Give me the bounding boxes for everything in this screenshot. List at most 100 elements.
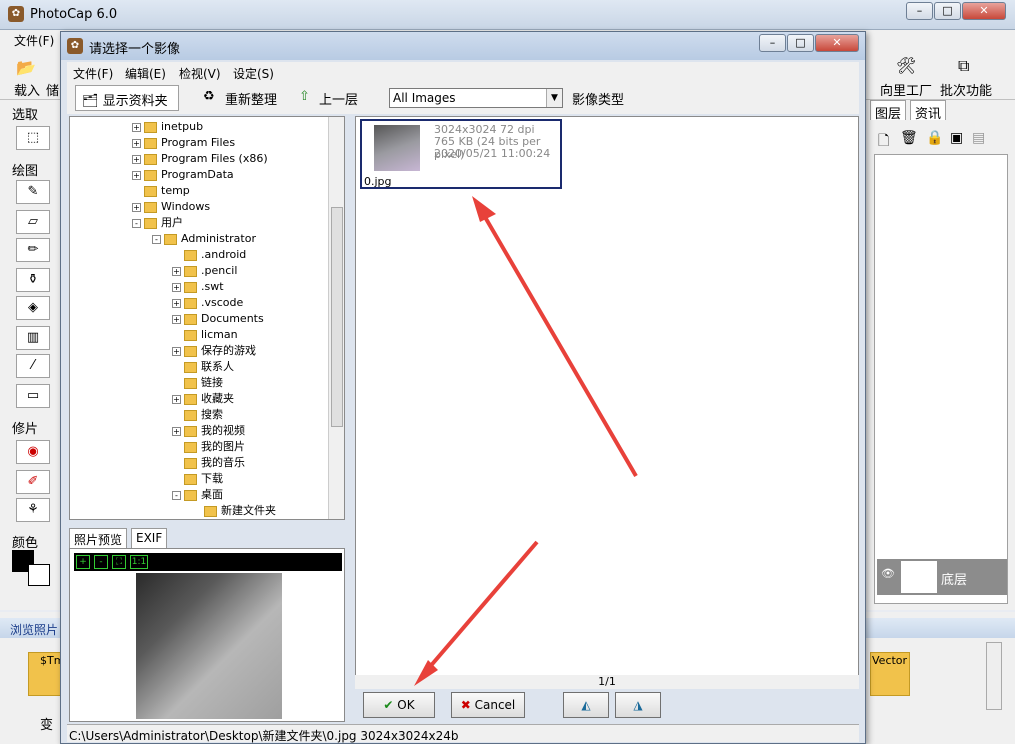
redeye-icon[interactable]: ◉	[16, 440, 50, 464]
expand-icon[interactable]: +	[172, 298, 181, 308]
tree-node[interactable]: licman	[172, 327, 238, 343]
refresh-button[interactable]: 重新整理	[225, 89, 277, 108]
tree-node[interactable]: + Documents	[172, 311, 264, 327]
save-label[interactable]: 储	[46, 80, 59, 99]
pencil-icon[interactable]: ✏	[16, 238, 50, 262]
expand-icon[interactable]: +	[132, 122, 141, 132]
tree-node[interactable]: - Administrator	[152, 231, 256, 247]
tree-node[interactable]: 搜索	[172, 407, 223, 423]
maximize-button[interactable]: □	[934, 2, 961, 20]
tree-node[interactable]: 下载	[172, 471, 223, 487]
menu-file[interactable]: 文件(F)	[14, 32, 54, 49]
tree-node[interactable]: + inetpub	[132, 119, 203, 135]
dialog-menu-view[interactable]: 检视(V)	[179, 65, 221, 82]
eye-icon[interactable]: 👁	[881, 567, 895, 580]
actual-size-icon[interactable]: 1:1	[130, 555, 148, 569]
stamp-icon[interactable]: ⚱	[16, 268, 50, 292]
tree-node[interactable]: .android	[172, 247, 246, 263]
expand-icon[interactable]: +	[172, 314, 181, 324]
collapse-icon[interactable]: -	[152, 234, 161, 244]
wizard-label[interactable]: 向里工厂	[880, 80, 932, 99]
dialog-minimize-button[interactable]: –	[759, 34, 786, 52]
ok-button[interactable]: ✔ OK	[363, 692, 435, 718]
tab-info[interactable]: 资讯	[910, 100, 947, 122]
layer-row[interactable]: 👁 底层	[877, 559, 1007, 595]
minimize-button[interactable]: –	[906, 2, 933, 20]
eyedropper-icon[interactable]: ⁄	[16, 354, 50, 378]
rotate-right-icon[interactable]: ◮	[615, 692, 661, 718]
tree-node[interactable]: + Program Files (x86)	[132, 151, 268, 167]
fit-icon[interactable]: ⛶	[112, 555, 126, 569]
expand-icon[interactable]: +	[172, 426, 181, 436]
layer-props-icon[interactable]: ▤	[972, 130, 985, 146]
load-label[interactable]: 载入	[14, 80, 40, 99]
background-color-swatch[interactable]	[28, 564, 50, 586]
rect-shape-icon[interactable]: ▭	[16, 384, 50, 408]
tree-node[interactable]: 我的音乐	[172, 455, 245, 471]
cancel-button[interactable]: ✖ Cancel	[451, 692, 525, 718]
batch-icon[interactable]: ⧉	[958, 56, 969, 76]
up-level-button[interactable]: 上一层	[319, 89, 358, 108]
expand-icon[interactable]: +	[172, 346, 181, 356]
tree-node[interactable]: + .vscode	[172, 295, 243, 311]
tree-node[interactable]: + 收藏夹	[172, 391, 234, 407]
expand-icon[interactable]: +	[132, 154, 141, 164]
batch-label[interactable]: 批次功能	[940, 80, 992, 99]
trash-icon[interactable]: 🗑	[900, 130, 918, 146]
expand-icon[interactable]: +	[172, 282, 181, 292]
tree-node[interactable]: 新建文件夹	[192, 503, 276, 519]
tab-layers[interactable]: 图层	[870, 100, 907, 122]
gradient-icon[interactable]: ▥	[16, 326, 50, 350]
tree-node[interactable]: + 我的视频	[172, 423, 245, 439]
dialog-menu-settings[interactable]: 设定(S)	[233, 65, 274, 82]
retouch-brush-icon[interactable]: ✐	[16, 470, 50, 494]
refresh-icon[interactable]: ♻	[203, 89, 215, 104]
expand-icon[interactable]: +	[132, 170, 141, 180]
tree-node[interactable]: 我的图片	[172, 439, 245, 455]
tree-node[interactable]: + Program Files	[132, 135, 235, 151]
tree-node[interactable]: + .swt	[172, 279, 224, 295]
zoom-out-icon[interactable]: -	[94, 555, 108, 569]
tree-node[interactable]: temp	[132, 183, 190, 199]
tree-node[interactable]: 链接	[172, 375, 223, 391]
image-type-select[interactable]: All Images ▼	[389, 88, 563, 108]
tree-node[interactable]: + Windows	[132, 199, 210, 215]
tree-node[interactable]: - 桌面	[172, 487, 223, 503]
expand-icon[interactable]: +	[132, 138, 141, 148]
tree-node[interactable]: + 保存的游戏	[172, 343, 256, 359]
show-folder-button[interactable]: 🗂 显示资料夹	[75, 85, 179, 111]
expand-icon[interactable]: +	[172, 394, 181, 404]
collapse-icon[interactable]: -	[172, 490, 181, 500]
dialog-close-button[interactable]: ✕	[815, 34, 859, 52]
tab-photo-preview[interactable]: 照片预览	[69, 528, 128, 548]
bottom-scrollbar[interactable]	[986, 642, 1002, 710]
tree-scrollbar[interactable]	[328, 117, 344, 519]
tree-node[interactable]: + ProgramData	[132, 167, 234, 183]
clone-icon[interactable]: ⚘	[16, 498, 50, 522]
lock-icon[interactable]: 🔒	[926, 130, 943, 146]
eraser-icon[interactable]: ▱	[16, 210, 50, 234]
tree-node[interactable]: - 用户	[132, 215, 183, 231]
monitor-icon[interactable]: ▣	[950, 130, 963, 146]
tab-exif[interactable]: EXIF	[131, 528, 168, 548]
brush-icon[interactable]: ✎	[16, 180, 50, 204]
up-arrow-icon[interactable]: ⇧	[299, 89, 310, 104]
collapse-icon[interactable]: -	[132, 218, 141, 228]
file-item-selected[interactable]: 3024x3024 72 dpi 765 KB (24 bits per pix…	[360, 119, 562, 189]
tree-node[interactable]: + .pencil	[172, 263, 237, 279]
expand-icon[interactable]: +	[132, 202, 141, 212]
open-folder-icon[interactable]: 📂	[16, 58, 36, 77]
chevron-down-icon[interactable]: ▼	[546, 89, 562, 107]
fill-icon[interactable]: ◈	[16, 296, 50, 320]
dialog-menu-file[interactable]: 文件(F)	[73, 65, 113, 82]
rect-select-icon[interactable]: ⬚	[16, 126, 50, 150]
tree-scroll-thumb[interactable]	[331, 207, 343, 427]
new-layer-icon[interactable]: 🗋	[878, 130, 889, 154]
close-button[interactable]: ✕	[962, 2, 1006, 20]
zoom-in-icon[interactable]: +	[76, 555, 90, 569]
wizard-icon[interactable]: 🛠	[896, 56, 916, 75]
expand-icon[interactable]: +	[172, 266, 181, 276]
tree-node[interactable]: 联系人	[172, 359, 234, 375]
dialog-maximize-button[interactable]: □	[787, 34, 814, 52]
dialog-menu-edit[interactable]: 编辑(E)	[125, 65, 166, 82]
